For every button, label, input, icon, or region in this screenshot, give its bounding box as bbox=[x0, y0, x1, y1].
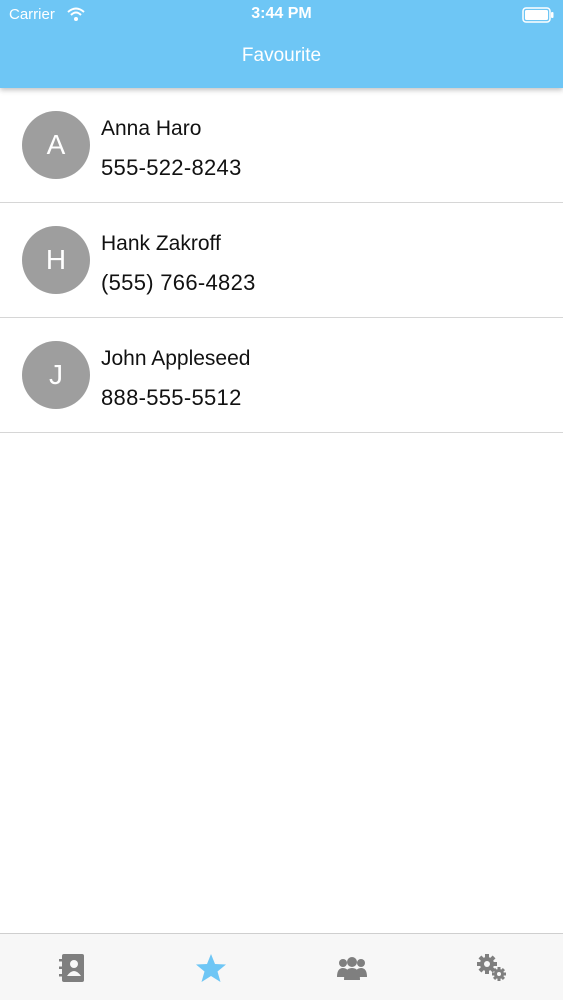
contact-phone: 888-555-5512 bbox=[101, 385, 242, 410]
star-icon bbox=[195, 953, 227, 983]
avatar: H bbox=[22, 226, 90, 294]
contact-name: Anna Haro bbox=[101, 117, 202, 140]
settings-gears-icon bbox=[476, 953, 508, 983]
avatar: J bbox=[22, 341, 90, 409]
contact-name: Hank Zakroff bbox=[101, 232, 221, 255]
contact-row[interactable]: A Anna Haro 555-522-8243 bbox=[0, 88, 563, 203]
tab-favourites[interactable] bbox=[141, 934, 281, 1000]
tab-groups[interactable] bbox=[282, 934, 422, 1000]
status-bar: Carrier 3:44 PM bbox=[0, 0, 563, 30]
page-title: Favourite bbox=[241, 45, 322, 66]
favourites-list: A Anna Haro 555-522-8243 H Hank Zakroff … bbox=[0, 88, 563, 433]
contact-name: John Appleseed bbox=[101, 347, 251, 370]
tab-contacts[interactable] bbox=[2, 934, 142, 1000]
tab-bar bbox=[0, 933, 563, 1000]
contact-row[interactable]: J John Appleseed 888-555-5512 bbox=[0, 318, 563, 433]
tab-settings[interactable] bbox=[422, 934, 562, 1000]
contacts-book-icon bbox=[58, 953, 86, 983]
group-icon bbox=[336, 955, 368, 981]
contact-row[interactable]: H Hank Zakroff (555) 766-4823 bbox=[0, 203, 563, 318]
status-time: 3:44 PM bbox=[251, 5, 312, 22]
avatar: A bbox=[22, 111, 90, 179]
header: Carrier 3:44 PM Favourite bbox=[0, 0, 563, 88]
contact-phone: (555) 766-4823 bbox=[101, 270, 256, 295]
battery-icon bbox=[522, 7, 554, 23]
contact-phone: 555-522-8243 bbox=[101, 155, 242, 180]
